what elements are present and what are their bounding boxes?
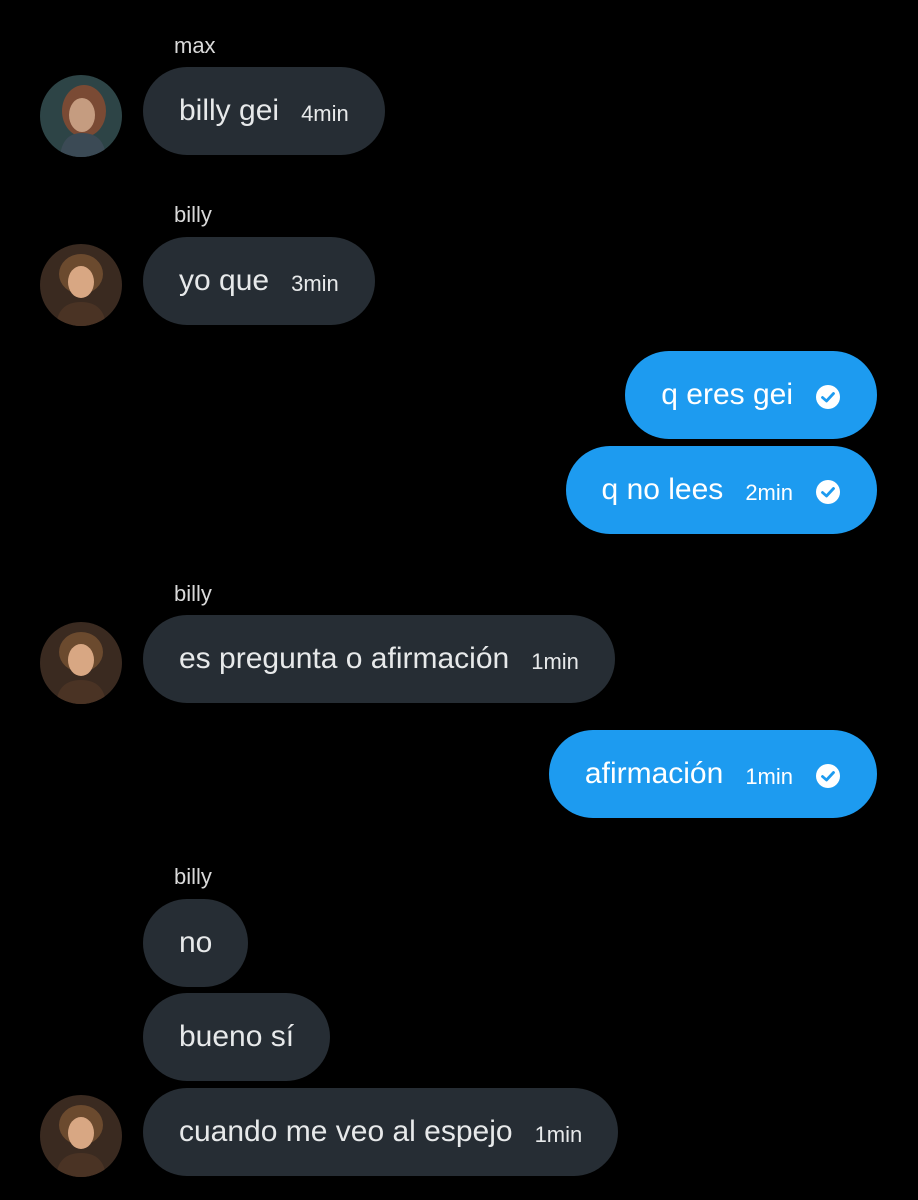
message-bubble-sent[interactable]: afirmación 1min <box>548 730 877 818</box>
avatar-max-image <box>40 75 122 157</box>
message-time: 1min <box>531 649 579 674</box>
message-time: 1min <box>534 1122 583 1147</box>
avatar-billy[interactable] <box>40 244 122 326</box>
sender-name: billy <box>174 864 212 889</box>
avatar-billy[interactable] <box>40 1095 122 1177</box>
message-time: 3min <box>291 271 339 296</box>
sender-name: billy <box>174 581 212 606</box>
message-text: no <box>179 926 213 959</box>
avatar-billy-image <box>40 1095 122 1177</box>
message-bubble-sent[interactable]: q no lees 2min <box>565 446 877 534</box>
message-time: 1min <box>745 764 793 789</box>
message-time: 2min <box>745 480 793 505</box>
avatar-billy[interactable] <box>40 622 122 704</box>
message-bubble[interactable]: cuando me veo al espejo 1min <box>143 1088 619 1176</box>
avatar-max[interactable] <box>40 75 122 157</box>
sender-name: billy <box>174 202 212 227</box>
message-bubble-sent[interactable]: q eres gei <box>625 351 877 439</box>
message-bubble[interactable]: billy gei 4min <box>143 67 385 155</box>
message-text: afirmación <box>584 757 724 790</box>
check-circle-icon <box>815 384 841 410</box>
sender-name: max <box>174 33 216 58</box>
message-text: q eres gei <box>661 378 793 411</box>
message-text: yo que <box>179 264 270 297</box>
avatar-billy-image <box>40 622 122 704</box>
message-text: billy gei <box>179 94 280 127</box>
check-circle-icon <box>815 763 841 789</box>
message-text: es pregunta o afirmación <box>179 642 510 675</box>
message-bubble[interactable]: es pregunta o afirmación 1min <box>143 615 615 703</box>
message-bubble[interactable]: yo que 3min <box>143 237 375 325</box>
message-text: q no lees <box>601 473 724 506</box>
avatar-billy-image <box>40 244 122 326</box>
message-text: bueno sí <box>179 1020 295 1053</box>
message-bubble[interactable]: no <box>143 899 249 987</box>
message-time: 4min <box>301 101 349 126</box>
message-text: cuando me veo al espejo <box>179 1115 513 1148</box>
message-bubble[interactable]: bueno sí <box>143 993 331 1081</box>
check-circle-icon <box>815 479 841 505</box>
